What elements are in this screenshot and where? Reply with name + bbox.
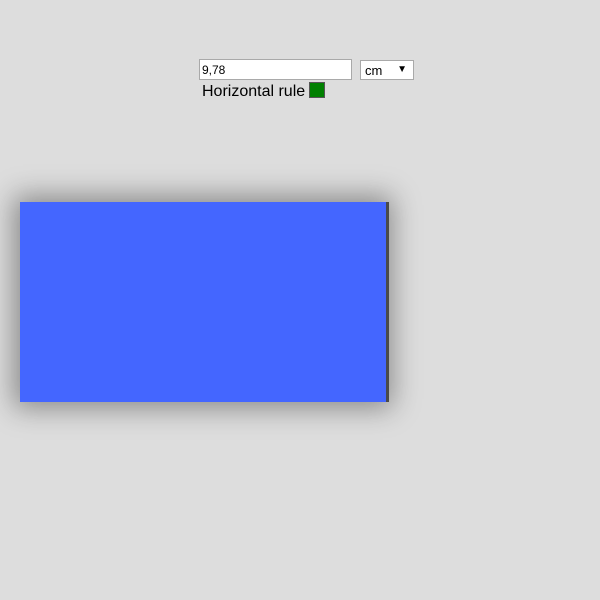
rule-color-swatch[interactable]: [309, 82, 326, 98]
rule-label: Horizontal rule: [202, 83, 306, 100]
vertical-rule-line: [386, 202, 389, 402]
rule-row: Horizontal rule: [202, 82, 326, 101]
length-value-input[interactable]: [199, 59, 352, 80]
unit-select[interactable]: cm ▼: [360, 60, 414, 80]
page: cm ▼ Horizontal rule: [0, 0, 600, 600]
unit-select-value: cm: [365, 63, 383, 78]
chevron-down-icon: ▼: [397, 64, 407, 75]
blue-rectangle: [20, 202, 386, 402]
